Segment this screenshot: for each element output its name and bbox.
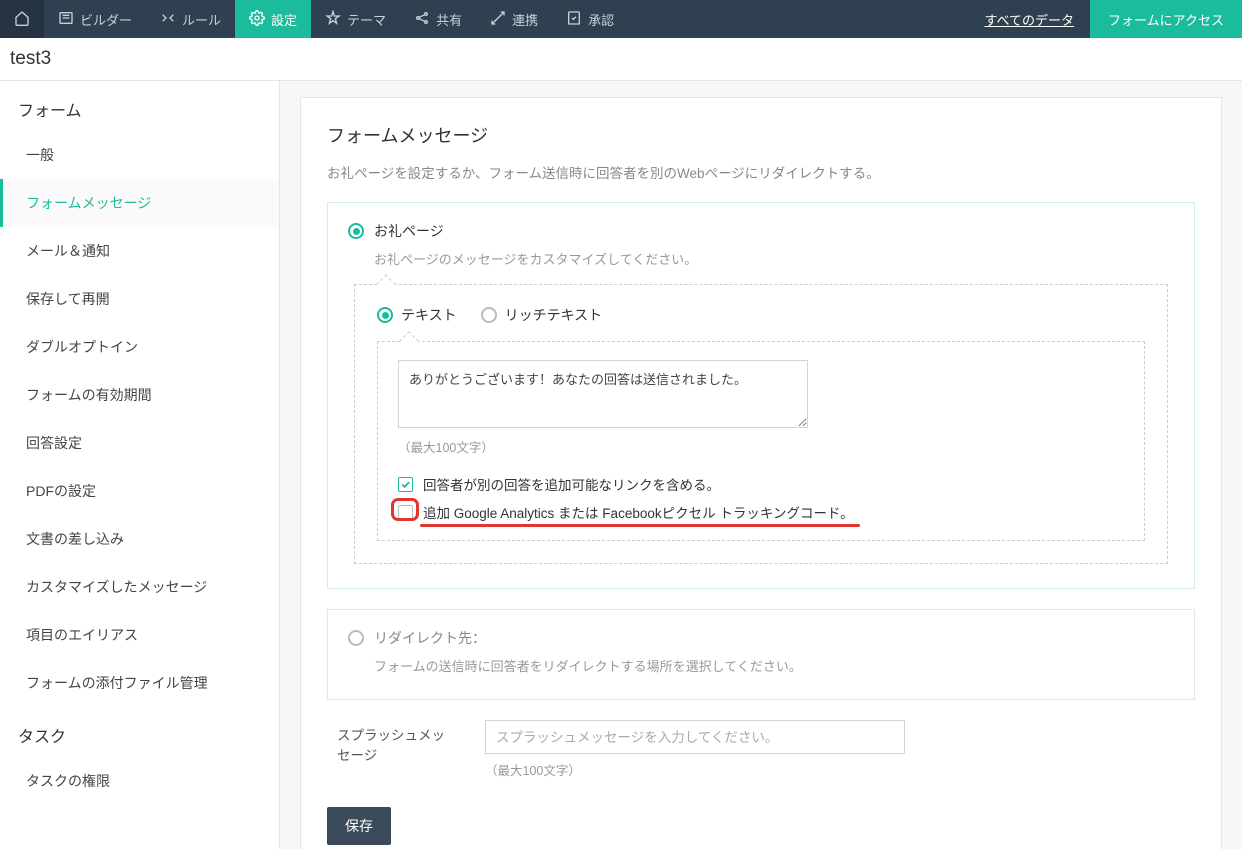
panel-form-message: フォームメッセージ お礼ページを設定するか、フォーム送信時に回答者を別のWebペ…: [300, 97, 1222, 849]
main-content: フォームメッセージ お礼ページを設定するか、フォーム送信時に回答者を別のWebペ…: [280, 81, 1242, 849]
thank-you-box: お礼ページ お礼ページのメッセージをカスタマイズしてください。 テキスト リッチ…: [327, 202, 1195, 589]
sidebar-section-form: フォーム: [0, 81, 279, 131]
message-inner: （最大100文字） 回答者が別の回答を追加可能なリンクを含める。 追加 Goog…: [377, 341, 1145, 541]
approve-icon: [566, 10, 582, 29]
thank-you-radio-row[interactable]: お礼ページ: [348, 221, 1174, 241]
access-form-button[interactable]: フォームにアクセス: [1090, 0, 1242, 38]
checkbox-include-link[interactable]: [398, 477, 413, 492]
redirect-box: リダイレクト先： フォームの送信時に回答者をリダイレクトする場所を選択してくださ…: [327, 609, 1195, 700]
nav-theme[interactable]: テーマ: [311, 0, 400, 38]
rules-icon: [160, 10, 176, 29]
nav-link-label: 連携: [512, 10, 538, 29]
thank-you-desc: お礼ページのメッセージをカスタマイズしてください。: [374, 249, 1174, 268]
sidebar-item-custom-msg[interactable]: カスタマイズしたメッセージ: [0, 563, 279, 611]
redirect-desc: フォームの送信時に回答者をリダイレクトする場所を選択してください。: [374, 656, 1174, 675]
nav-rules-label: ルール: [182, 10, 221, 29]
radio-rich[interactable]: [481, 307, 497, 323]
nav-approve-label: 承認: [588, 10, 614, 29]
builder-icon: [58, 10, 74, 29]
text-option-label: テキスト: [401, 305, 457, 325]
share-icon: [414, 10, 430, 29]
tracking-row[interactable]: 追加 Google Analytics または Facebookピクセル トラッ…: [398, 502, 1124, 522]
nav-builder-label: ビルダー: [80, 10, 132, 29]
sidebar-item-form-message[interactable]: フォームメッセージ: [0, 179, 279, 227]
text-type-row: テキスト リッチテキスト: [377, 305, 1145, 325]
splash-hint: （最大100文字）: [485, 760, 1185, 779]
panel-heading: フォームメッセージ: [327, 122, 1195, 148]
nav-home[interactable]: [0, 0, 44, 38]
radio-redirect[interactable]: [348, 630, 364, 646]
nav-settings[interactable]: 設定: [235, 0, 311, 38]
thank-you-hint: （最大100文字）: [398, 437, 1124, 456]
pointer-icon: [376, 274, 396, 294]
thank-you-inner: テキスト リッチテキスト （最大100文字） 回答者が別: [354, 284, 1168, 564]
rich-option-label: リッチテキスト: [505, 305, 603, 325]
top-nav: ビルダー ルール 設定 テーマ 共有 連携 承認 すべてのデータ フォームにアク…: [0, 0, 1242, 38]
splash-row: スプラッシュメッセージ （最大100文字）: [337, 720, 1185, 779]
settings-icon: [249, 10, 265, 29]
sidebar-item-task-perm[interactable]: タスクの権限: [0, 757, 279, 805]
rich-option[interactable]: リッチテキスト: [481, 305, 603, 325]
home-icon: [14, 10, 30, 29]
nav-share[interactable]: 共有: [400, 0, 476, 38]
nav-settings-label: 設定: [271, 10, 297, 29]
nav-approve[interactable]: 承認: [552, 0, 628, 38]
nav-theme-label: テーマ: [347, 10, 386, 29]
link-icon: [490, 10, 506, 29]
annotation-underline: [420, 524, 860, 527]
radio-thank-you[interactable]: [348, 223, 364, 239]
redirect-radio-row[interactable]: リダイレクト先：: [348, 628, 1174, 648]
sidebar-item-field-alias[interactable]: 項目のエイリアス: [0, 611, 279, 659]
nav-rules[interactable]: ルール: [146, 0, 235, 38]
sidebar: フォーム 一般 フォームメッセージ メール＆通知 保存して再開 ダブルオプトイン…: [0, 81, 280, 849]
sidebar-item-response-settings[interactable]: 回答設定: [0, 419, 279, 467]
splash-label: スプラッシュメッセージ: [337, 720, 457, 767]
nav-builder[interactable]: ビルダー: [44, 0, 146, 38]
include-link-label: 回答者が別の回答を追加可能なリンクを含める。: [423, 474, 720, 494]
sidebar-item-validity[interactable]: フォームの有効期間: [0, 371, 279, 419]
pointer2-icon: [399, 331, 419, 351]
theme-icon: [325, 10, 341, 29]
include-link-row[interactable]: 回答者が別の回答を追加可能なリンクを含める。: [398, 474, 1124, 494]
all-data-link[interactable]: すべてのデータ: [968, 0, 1090, 38]
sidebar-item-pdf[interactable]: PDFの設定: [0, 467, 279, 515]
sidebar-item-mail-notify[interactable]: メール＆通知: [0, 227, 279, 275]
sidebar-item-save-resume[interactable]: 保存して再開: [0, 275, 279, 323]
splash-input[interactable]: [485, 720, 905, 754]
sidebar-item-attachments[interactable]: フォームの添付ファイル管理: [0, 659, 279, 707]
nav-link[interactable]: 連携: [476, 0, 552, 38]
nav-left: ビルダー ルール 設定 テーマ 共有 連携 承認: [0, 0, 968, 38]
thank-you-message-input[interactable]: [398, 360, 808, 428]
nav-share-label: 共有: [436, 10, 462, 29]
save-button[interactable]: 保存: [327, 807, 391, 845]
checkbox-tracking[interactable]: [398, 505, 413, 520]
sidebar-section-task: タスク: [0, 707, 279, 757]
panel-subtitle: お礼ページを設定するか、フォーム送信時に回答者を別のWebページにリダイレクトす…: [327, 162, 1195, 182]
text-option[interactable]: テキスト: [377, 305, 457, 325]
radio-text[interactable]: [377, 307, 393, 323]
redirect-label: リダイレクト先：: [374, 628, 486, 648]
sidebar-item-doc-merge[interactable]: 文書の差し込み: [0, 515, 279, 563]
tracking-label: 追加 Google Analytics または Facebookピクセル トラッ…: [423, 502, 854, 522]
sidebar-item-general[interactable]: 一般: [0, 131, 279, 179]
sidebar-item-double-optin[interactable]: ダブルオプトイン: [0, 323, 279, 371]
thank-you-label: お礼ページ: [374, 221, 444, 241]
page-title: test3: [0, 38, 1242, 81]
nav-right: すべてのデータ フォームにアクセス: [968, 0, 1242, 38]
